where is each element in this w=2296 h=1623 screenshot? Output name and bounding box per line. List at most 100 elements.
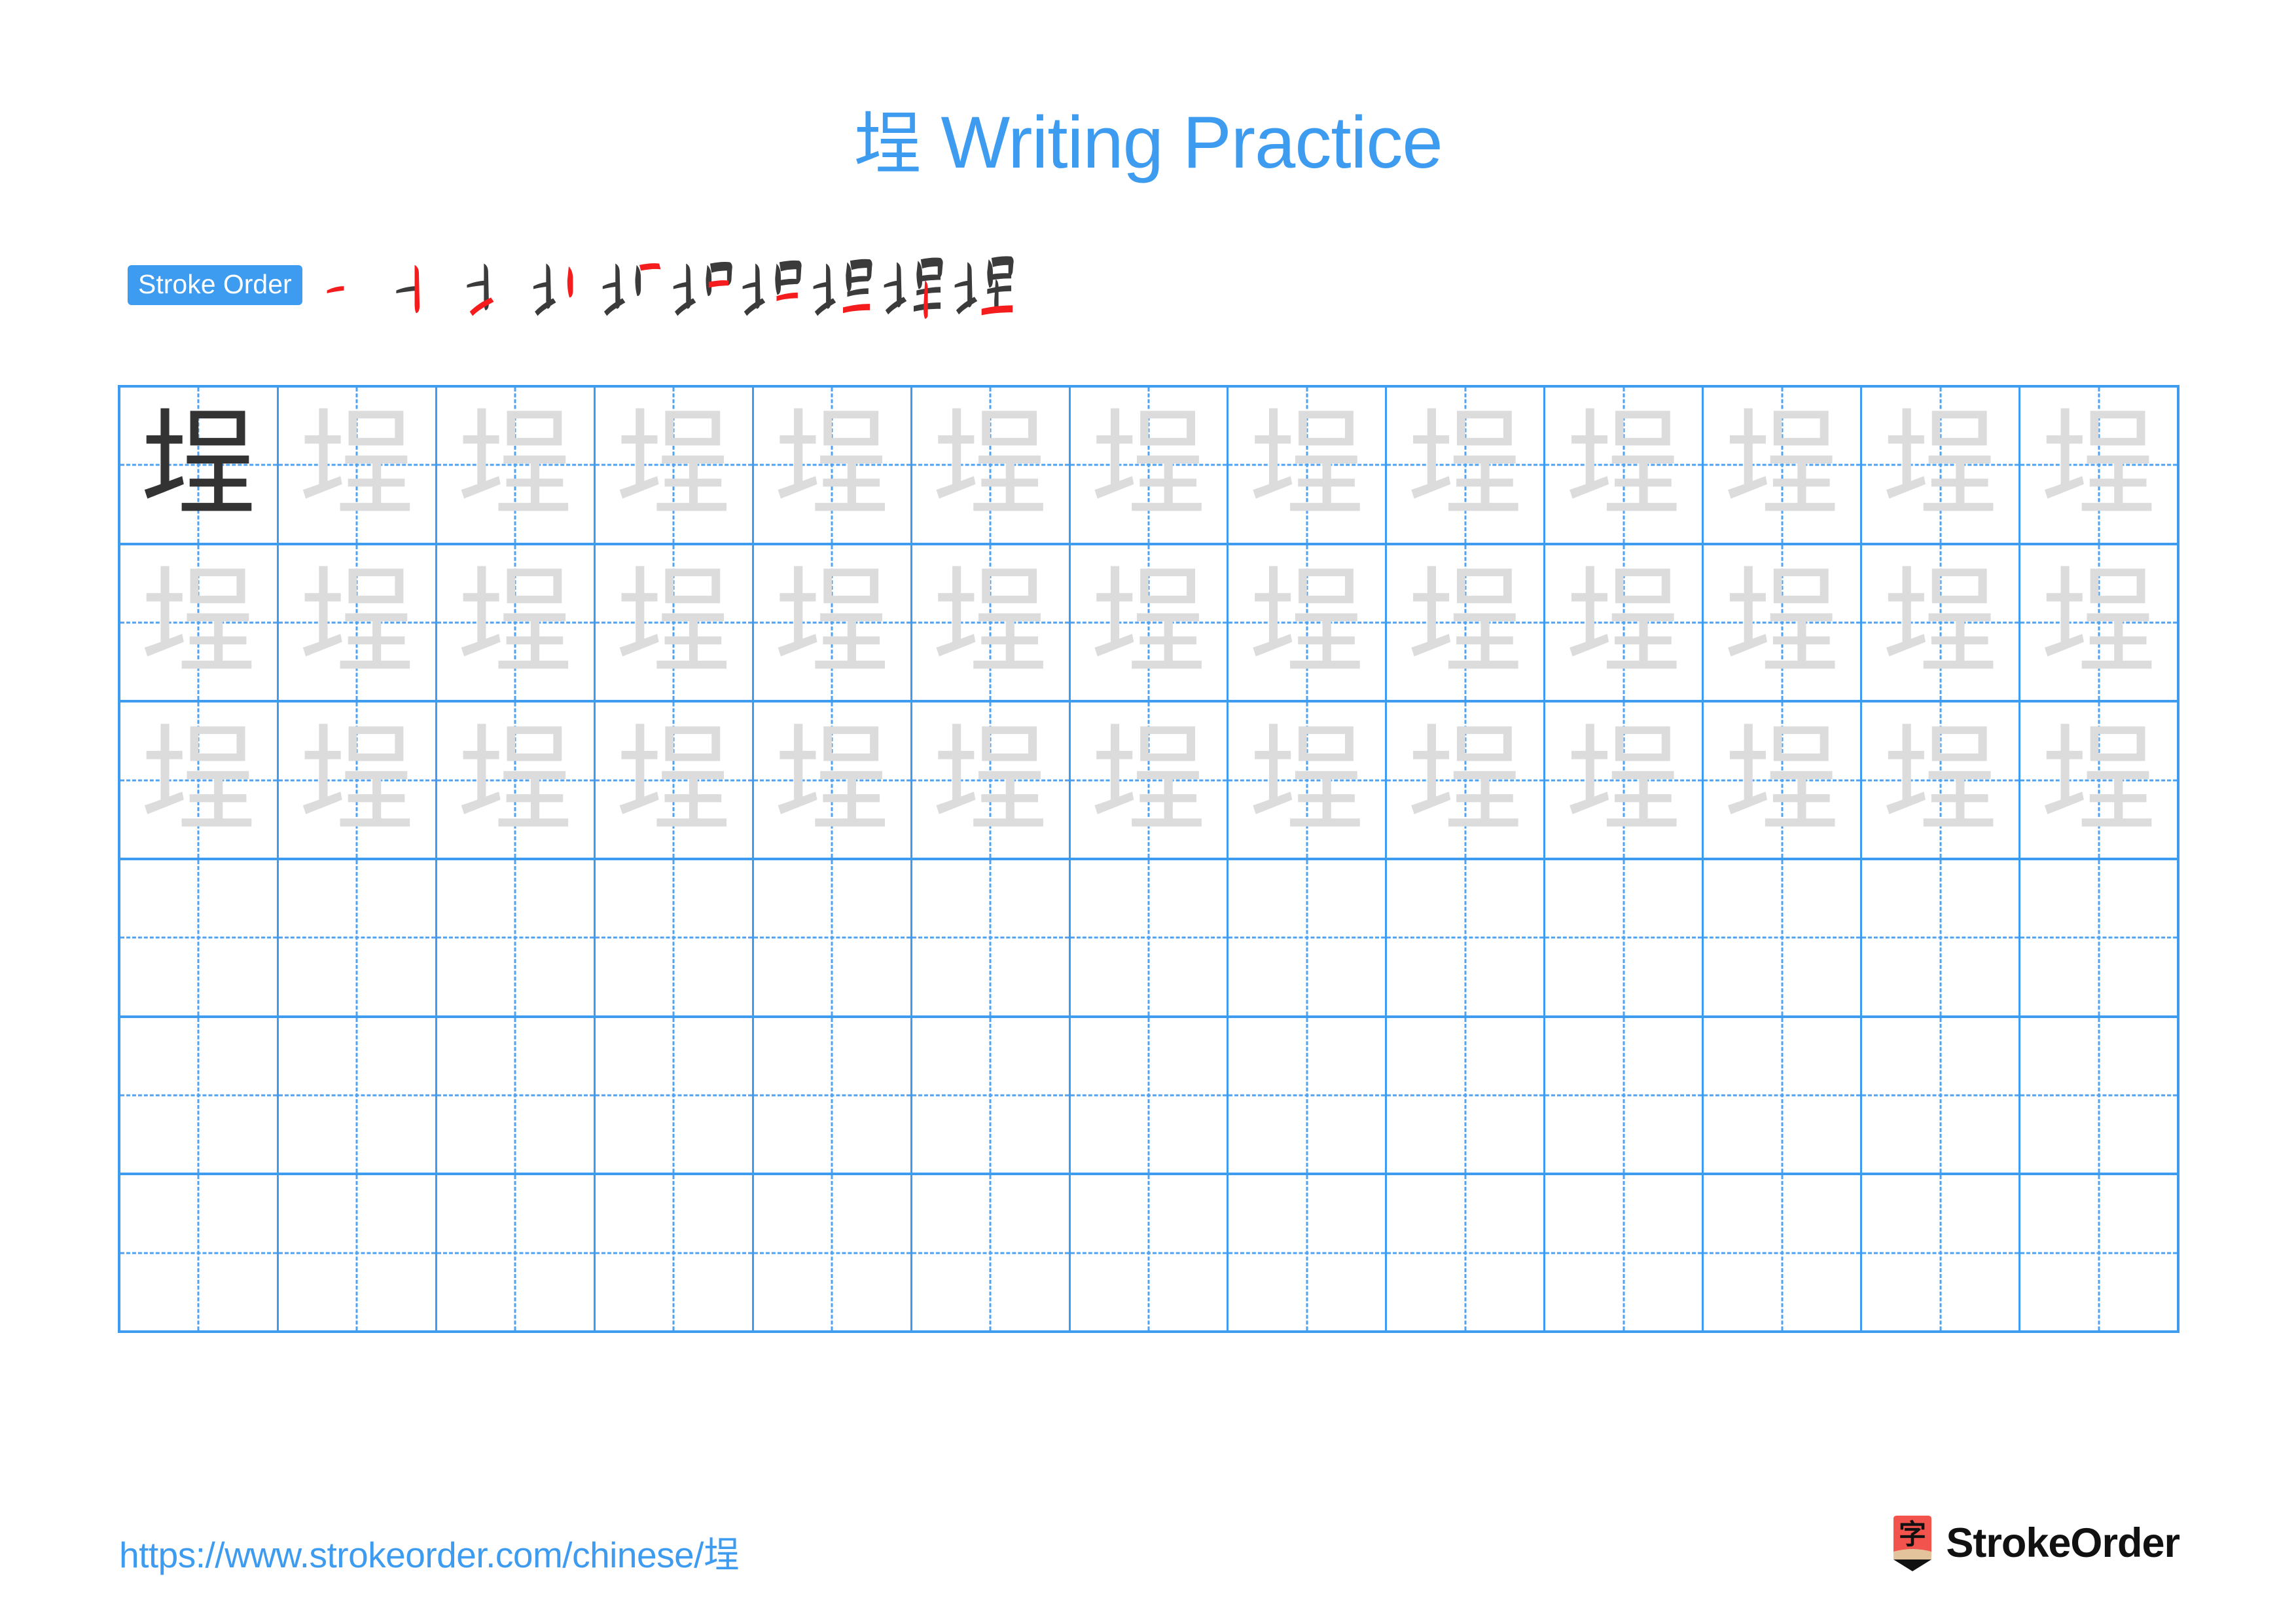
practice-cell-r4-c13[interactable] xyxy=(2020,860,2177,1015)
practice-cell-r4-c1[interactable] xyxy=(120,860,279,1015)
practice-character-trace: 埕 xyxy=(774,712,891,848)
practice-cell-r4-c10[interactable] xyxy=(1545,860,1704,1015)
practice-cell-r2-c7[interactable]: 埕 xyxy=(1071,545,1229,701)
practice-cell-r4-c7[interactable] xyxy=(1071,860,1229,1015)
practice-character-trace: 埕 xyxy=(1090,712,1207,848)
practice-cell-r3-c10[interactable]: 埕 xyxy=(1545,702,1704,858)
practice-cell-r6-c7[interactable] xyxy=(1071,1175,1229,1331)
stroke-step-9-icon xyxy=(884,257,943,319)
practice-cell-r1-c9[interactable]: 埕 xyxy=(1387,388,1546,543)
practice-cell-r4-c9[interactable] xyxy=(1387,860,1546,1015)
practice-cell-r3-c7[interactable]: 埕 xyxy=(1071,702,1229,858)
practice-cell-r3-c1[interactable]: 埕 xyxy=(120,702,279,858)
practice-character-blank xyxy=(2020,860,2177,1015)
practice-cell-r5-c11[interactable] xyxy=(1704,1017,1863,1173)
practice-cell-r5-c6[interactable] xyxy=(912,1017,1071,1173)
practice-character-blank xyxy=(596,1018,752,1173)
practice-cell-r1-c13[interactable]: 埕 xyxy=(2020,388,2177,543)
practice-cell-r2-c9[interactable]: 埕 xyxy=(1387,545,1546,701)
practice-cell-r4-c6[interactable] xyxy=(912,860,1071,1015)
practice-cell-r3-c3[interactable]: 埕 xyxy=(437,702,596,858)
brand-logo[interactable]: 字 StrokeOrder xyxy=(1891,1514,2180,1573)
practice-cell-r1-c5[interactable]: 埕 xyxy=(754,388,912,543)
practice-cell-r1-c11[interactable]: 埕 xyxy=(1704,388,1863,543)
practice-cell-r6-c13[interactable] xyxy=(2020,1175,2177,1330)
practice-cell-r5-c10[interactable] xyxy=(1545,1017,1704,1173)
practice-cell-r1-c10[interactable]: 埕 xyxy=(1545,388,1704,543)
practice-character-trace: 埕 xyxy=(1565,555,1682,690)
practice-cell-r5-c5[interactable] xyxy=(754,1017,912,1173)
practice-cell-r1-c12[interactable]: 埕 xyxy=(1862,388,2021,543)
practice-cell-r6-c9[interactable] xyxy=(1387,1175,1546,1331)
practice-cell-r4-c3[interactable] xyxy=(437,860,596,1015)
practice-cell-r3-c5[interactable]: 埕 xyxy=(754,702,912,858)
practice-cell-r4-c5[interactable] xyxy=(754,860,912,1015)
practice-character-blank xyxy=(1071,1175,1227,1330)
page-title: 埕 Writing Practice xyxy=(0,106,2296,179)
practice-cell-r4-c12[interactable] xyxy=(1862,860,2021,1015)
practice-character-blank xyxy=(279,860,435,1015)
practice-cell-r5-c8[interactable] xyxy=(1229,1017,1388,1173)
practice-cell-r1-c6[interactable]: 埕 xyxy=(912,388,1071,543)
practice-cell-r5-c9[interactable] xyxy=(1387,1017,1546,1173)
practice-row-4 xyxy=(120,860,2177,1018)
practice-cell-r3-c12[interactable]: 埕 xyxy=(1862,702,2021,858)
practice-cell-r3-c6[interactable]: 埕 xyxy=(912,702,1071,858)
practice-cell-r2-c5[interactable]: 埕 xyxy=(754,545,912,701)
practice-cell-r1-c2[interactable]: 埕 xyxy=(279,388,437,543)
practice-cell-r6-c2[interactable] xyxy=(279,1175,437,1331)
practice-cell-r1-c8[interactable]: 埕 xyxy=(1229,388,1388,543)
practice-cell-r5-c1[interactable] xyxy=(120,1017,279,1173)
practice-cell-r1-c4[interactable]: 埕 xyxy=(596,388,754,543)
practice-cell-r3-c8[interactable]: 埕 xyxy=(1229,702,1388,858)
practice-cell-r5-c7[interactable] xyxy=(1071,1017,1229,1173)
practice-cell-r6-c4[interactable] xyxy=(596,1175,754,1331)
practice-cell-r2-c4[interactable]: 埕 xyxy=(596,545,754,701)
practice-cell-r1-c1[interactable]: 埕 xyxy=(120,388,279,543)
practice-cell-r5-c3[interactable] xyxy=(437,1017,596,1173)
practice-cell-r2-c11[interactable]: 埕 xyxy=(1704,545,1863,701)
practice-row-1: 埕埕埕埕埕埕埕埕埕埕埕埕埕 xyxy=(120,388,2177,545)
practice-cell-r3-c13[interactable]: 埕 xyxy=(2020,702,2177,858)
practice-cell-r2-c12[interactable]: 埕 xyxy=(1862,545,2021,701)
practice-character-trace: 埕 xyxy=(457,712,574,848)
practice-cell-r6-c1[interactable] xyxy=(120,1175,279,1331)
practice-cell-r6-c11[interactable] xyxy=(1704,1175,1863,1331)
practice-character-blank xyxy=(754,1018,910,1173)
practice-cell-r6-c6[interactable] xyxy=(912,1175,1071,1331)
practice-cell-r6-c12[interactable] xyxy=(1862,1175,2021,1331)
stroke-step-3 xyxy=(454,249,525,320)
footer-url[interactable]: https://www.strokeorder.com/chinese/埕 xyxy=(119,1525,740,1578)
practice-cell-r2-c8[interactable]: 埕 xyxy=(1229,545,1388,701)
practice-cell-r2-c6[interactable]: 埕 xyxy=(912,545,1071,701)
stroke-order-steps xyxy=(313,249,1020,320)
practice-cell-r6-c10[interactable] xyxy=(1545,1175,1704,1331)
practice-cell-r3-c2[interactable]: 埕 xyxy=(279,702,437,858)
practice-cell-r5-c13[interactable] xyxy=(2020,1018,2177,1173)
practice-cell-r6-c3[interactable] xyxy=(437,1175,596,1331)
practice-cell-r3-c11[interactable]: 埕 xyxy=(1704,702,1863,858)
practice-cell-r2-c1[interactable]: 埕 xyxy=(120,545,279,701)
practice-character-trace: 埕 xyxy=(1723,397,1840,533)
practice-cell-r1-c3[interactable]: 埕 xyxy=(437,388,596,543)
practice-cell-r3-c9[interactable]: 埕 xyxy=(1387,702,1546,858)
practice-cell-r4-c2[interactable] xyxy=(279,860,437,1015)
practice-cell-r2-c13[interactable]: 埕 xyxy=(2020,545,2177,701)
stroke-step-7-icon xyxy=(742,260,802,316)
practice-cell-r2-c3[interactable]: 埕 xyxy=(437,545,596,701)
practice-character-trace: 埕 xyxy=(2040,712,2157,848)
practice-cell-r2-c10[interactable]: 埕 xyxy=(1545,545,1704,701)
practice-cell-r6-c8[interactable] xyxy=(1229,1175,1388,1331)
practice-cell-r3-c4[interactable]: 埕 xyxy=(596,702,754,858)
practice-cell-r5-c2[interactable] xyxy=(279,1017,437,1173)
practice-cell-r1-c7[interactable]: 埕 xyxy=(1071,388,1229,543)
practice-cell-r4-c11[interactable] xyxy=(1704,860,1863,1015)
practice-character-blank xyxy=(1862,860,2018,1015)
practice-cell-r5-c4[interactable] xyxy=(596,1017,754,1173)
practice-cell-r6-c5[interactable] xyxy=(754,1175,912,1331)
practice-cell-r5-c12[interactable] xyxy=(1862,1017,2021,1173)
practice-cell-r2-c2[interactable]: 埕 xyxy=(279,545,437,701)
practice-cell-r4-c4[interactable] xyxy=(596,860,754,1015)
practice-cell-r4-c8[interactable] xyxy=(1229,860,1388,1015)
practice-character-trace: 埕 xyxy=(1407,712,1524,848)
